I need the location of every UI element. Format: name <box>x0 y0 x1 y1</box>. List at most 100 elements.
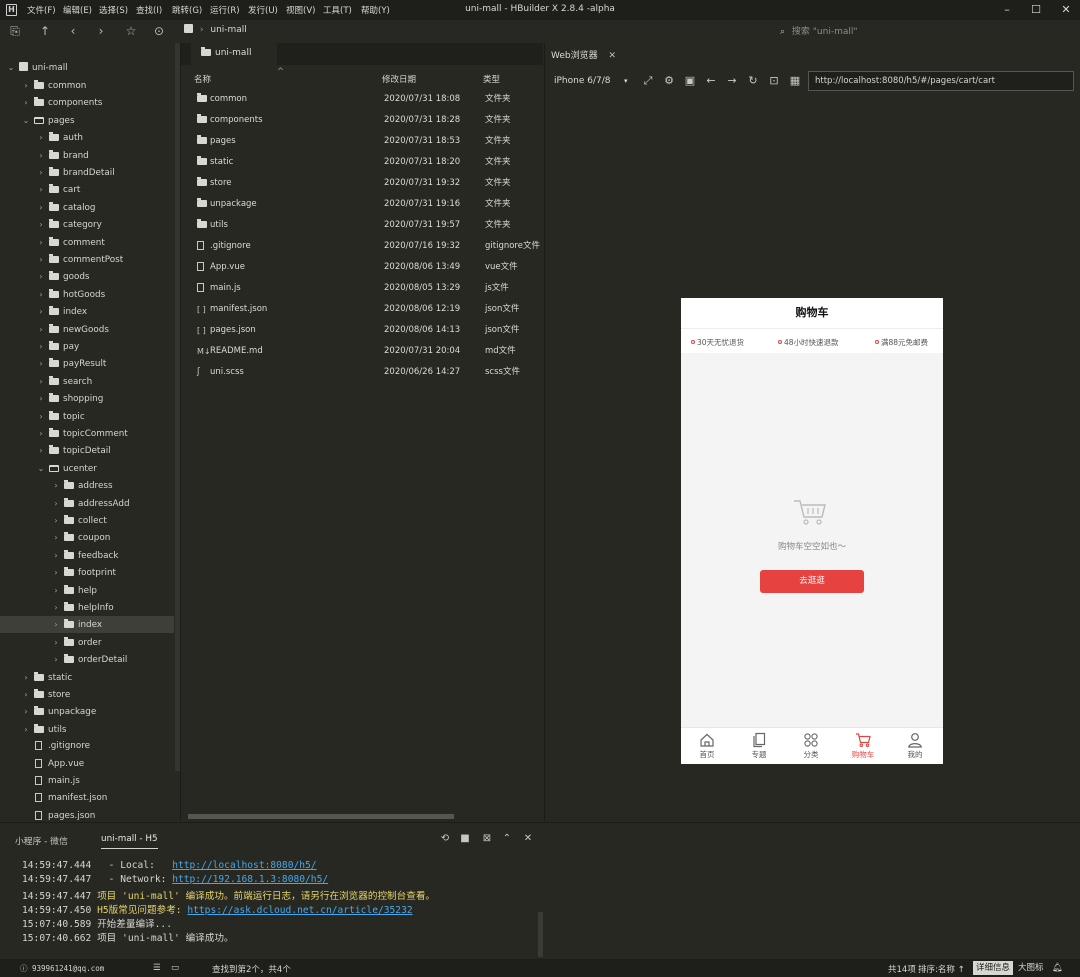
tree-item-orderdetail[interactable]: › orderDetail <box>0 651 174 668</box>
star-icon[interactable]: ☆ <box>122 23 140 40</box>
tree-item-cart[interactable]: › cart <box>0 181 174 198</box>
tree-item-footprint[interactable]: › footprint <box>0 564 174 581</box>
tree-item-auth[interactable]: › auth <box>0 129 174 146</box>
column-name[interactable]: 名称 <box>194 73 211 85</box>
file-row[interactable]: main.js 2020/08/05 13:29 js文件 <box>181 278 543 299</box>
file-row[interactable]: static 2020/07/31 18:20 文件夹 <box>181 152 543 173</box>
tree-item-store[interactable]: › store <box>0 686 174 703</box>
close-window-button[interactable]: ✕ <box>1056 2 1076 18</box>
file-row[interactable]: M↓ README.md 2020/07/31 20:04 md文件 <box>181 341 543 362</box>
tree-item-pages-json[interactable]: pages.json <box>0 808 174 821</box>
tab-uni-mall-h5[interactable]: uni-mall - H5 <box>101 834 158 849</box>
forward-arrow-icon[interactable]: → <box>725 73 739 89</box>
bell-icon[interactable]: 🔔︎ <box>1052 963 1063 973</box>
console-scrollbar[interactable] <box>538 912 543 957</box>
tree-project-root[interactable]: ⌄ uni-mall <box>0 59 174 76</box>
devtools-icon[interactable]: ▣ <box>683 73 697 89</box>
arrow-up-icon[interactable]: ↑ <box>36 23 54 40</box>
details-view-button[interactable]: 详细信息 <box>973 961 1014 975</box>
tree-item-comment[interactable]: › comment <box>0 234 174 251</box>
file-row[interactable]: [ ] manifest.json 2020/08/06 12:19 json文件 <box>181 299 543 320</box>
tree-item-index[interactable]: › index <box>0 303 174 320</box>
file-row[interactable]: components 2020/07/31 18:28 文件夹 <box>181 110 543 131</box>
tree-item-static[interactable]: › static <box>0 669 174 686</box>
arrow-back-icon[interactable]: ‹ <box>64 23 82 40</box>
search-input[interactable]: ⌕ 搜索 "uni-mall" <box>780 24 1080 39</box>
large-icons-button[interactable]: 大图标 <box>1015 961 1047 975</box>
list-icon[interactable]: ☰ <box>153 963 161 973</box>
tab-miniprogram-wechat[interactable]: 小程序 - 微信 <box>15 834 68 847</box>
tree-item-ucenter[interactable]: ⌄ ucenter <box>0 460 174 477</box>
tree-item-branddetail[interactable]: › brandDetail <box>0 164 174 181</box>
tree-item-order[interactable]: › order <box>0 634 174 651</box>
tree-item-common[interactable]: › common <box>0 77 174 94</box>
arrow-forward-icon[interactable]: › <box>92 23 110 40</box>
log-link[interactable]: https://ask.dcloud.net.cn/article/35232 <box>187 905 412 916</box>
tree-item-payresult[interactable]: › payResult <box>0 355 174 372</box>
close-panel-icon[interactable]: ✕ <box>521 832 535 846</box>
tree-item-newgoods[interactable]: › newGoods <box>0 321 174 338</box>
tree-item-topiccomment[interactable]: › topicComment <box>0 425 174 442</box>
tree-item-coupon[interactable]: › coupon <box>0 529 174 546</box>
device-select[interactable]: iPhone 6/7/8 ▾ <box>552 72 634 90</box>
tree-item-components[interactable]: › components <box>0 94 174 111</box>
chevron-up-icon[interactable]: ⌃ <box>500 832 514 846</box>
sort-setting[interactable]: 排序:名称 ↑ <box>918 963 965 975</box>
tab-topic[interactable]: 专题 <box>733 730 785 764</box>
tree-item-feedback[interactable]: › feedback <box>0 547 174 564</box>
sidebar-scrollbar[interactable] <box>175 43 180 771</box>
horizontal-scrollbar[interactable] <box>188 814 454 819</box>
run-icon[interactable]: ⊙ <box>150 23 168 40</box>
tab-home[interactable]: 首页 <box>681 730 733 764</box>
tree-item-utils[interactable]: › utils <box>0 721 174 738</box>
tab-mine[interactable]: 我的 <box>889 730 941 764</box>
tree-item-commentpost[interactable]: › commentPost <box>0 251 174 268</box>
tab-web-browser[interactable]: Web浏览器 ✕ <box>544 43 622 65</box>
tree-item-address[interactable]: › address <box>0 477 174 494</box>
file-row[interactable]: pages 2020/07/31 18:53 文件夹 <box>181 131 543 152</box>
account-status[interactable]: ⓘ 939961241@qq.com <box>20 963 104 974</box>
terminal-icon[interactable]: ▭ <box>171 963 179 973</box>
file-row[interactable]: store 2020/07/31 19:32 文件夹 <box>181 173 543 194</box>
tree-item-topic[interactable]: › topic <box>0 408 174 425</box>
rotate-icon[interactable]: ⤢ <box>641 73 655 89</box>
tab-cart[interactable]: 购物车 <box>837 730 889 764</box>
log-link[interactable]: http://192.168.1.3:8080/h5/ <box>172 874 328 885</box>
new-file-icon[interactable]: ⎘ <box>6 23 24 40</box>
tree-item-shopping[interactable]: › shopping <box>0 390 174 407</box>
tree-item-pages[interactable]: ⌄ pages <box>0 112 174 129</box>
file-row[interactable]: [ ] pages.json 2020/08/06 14:13 json文件 <box>181 320 543 341</box>
tree-item-app-vue[interactable]: App.vue <box>0 756 174 773</box>
column-type[interactable]: 类型 <box>483 73 500 85</box>
file-row[interactable]: common 2020/07/31 18:08 文件夹 <box>181 89 543 110</box>
maximize-button[interactable]: ☐ <box>1026 2 1046 18</box>
log-link[interactable]: http://localhost:8080/h5/ <box>172 860 316 871</box>
tree-item-collect[interactable]: › collect <box>0 512 174 529</box>
tree-item-helpinfo[interactable]: › helpInfo <box>0 599 174 616</box>
tree-item-index[interactable]: › index <box>0 616 174 634</box>
column-date[interactable]: 修改日期 <box>382 73 416 85</box>
tree-item-gitignore[interactable]: .gitignore <box>0 738 174 755</box>
tree-item-addressadd[interactable]: › addressAdd <box>0 495 174 512</box>
file-row[interactable]: .gitignore 2020/07/16 19:32 gitignore文件 <box>181 236 543 257</box>
breadcrumb-project[interactable]: uni-mall <box>210 25 246 35</box>
qr-code-icon[interactable]: ▦ <box>788 73 802 89</box>
tree-item-manifest-json[interactable]: manifest.json <box>0 790 174 807</box>
tree-item-main-js[interactable]: main.js <box>0 773 174 790</box>
minimize-button[interactable]: – <box>997 2 1017 18</box>
tree-item-search[interactable]: › search <box>0 373 174 390</box>
restart-icon[interactable]: ⟲ <box>438 832 452 846</box>
tree-item-pay[interactable]: › pay <box>0 338 174 355</box>
tree-item-category[interactable]: › category <box>0 216 174 233</box>
file-row[interactable]: unpackage 2020/07/31 19:16 文件夹 <box>181 194 543 215</box>
tree-item-goods[interactable]: › goods <box>0 268 174 285</box>
file-row[interactable]: utils 2020/07/31 19:57 文件夹 <box>181 215 543 236</box>
tree-item-help[interactable]: › help <box>0 582 174 599</box>
tree-item-unpackage[interactable]: › unpackage <box>0 703 174 720</box>
refresh-icon[interactable]: ↻ <box>746 73 760 89</box>
clear-console-icon[interactable]: ⊠ <box>480 832 494 846</box>
file-row[interactable]: ʃ uni.scss 2020/06/26 14:27 scss文件 <box>181 362 543 383</box>
tree-item-hotgoods[interactable]: › hotGoods <box>0 286 174 303</box>
tree-item-brand[interactable]: › brand <box>0 147 174 164</box>
tab-uni-mall[interactable]: uni-mall <box>191 43 277 65</box>
